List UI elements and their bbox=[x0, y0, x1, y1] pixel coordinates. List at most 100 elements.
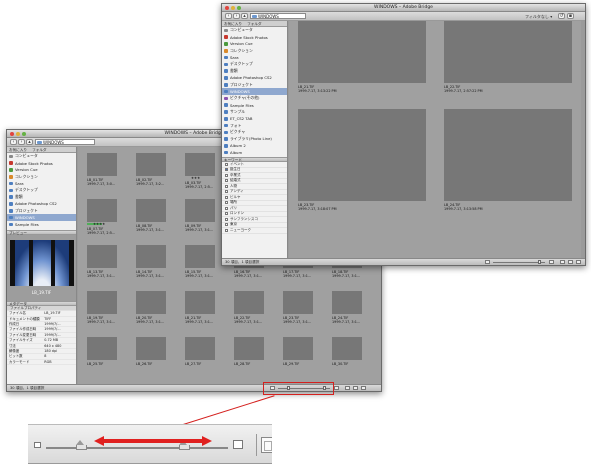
thumbnail-item[interactable]: ★★★ LB_03.TIF 1999.7.17, 2:5... bbox=[185, 153, 215, 197]
thumbnail-item[interactable]: LB_23.TIF 1999.7.17, 3:18:07 PM bbox=[298, 109, 426, 225]
keyword-checkbox[interactable] bbox=[225, 179, 228, 183]
sidebar-item[interactable]: Album bbox=[222, 149, 287, 156]
sidebar-item[interactable]: コンピュータ bbox=[7, 153, 76, 160]
sidebar-item[interactable]: 書類 bbox=[7, 194, 76, 201]
thumbnail-item[interactable]: LB_28.TIF bbox=[234, 337, 264, 381]
back-arrow-icon[interactable]: ‹ bbox=[10, 139, 17, 145]
keyword-checkbox[interactable] bbox=[225, 223, 228, 227]
sidebar-item[interactable]: Sample Files bbox=[7, 221, 76, 228]
tab-folders[interactable]: フォルダ bbox=[32, 148, 46, 152]
thumbnail-image[interactable] bbox=[136, 199, 166, 222]
thumbnail-image[interactable] bbox=[136, 337, 166, 360]
thumbnail-item[interactable]: LB_22.TIF 1999.7.17, 2:57:22 PM bbox=[444, 21, 572, 107]
thumbnail-item[interactable]: LB_25.TIF bbox=[87, 337, 117, 381]
sidebar-item[interactable]: デスクトップ bbox=[7, 187, 76, 194]
thumbnail-item[interactable]: LB_26.TIF bbox=[136, 337, 166, 381]
folder-up-icon[interactable]: ▴ bbox=[241, 13, 248, 19]
details-view-icon[interactable] bbox=[361, 386, 366, 390]
keyword-checkbox[interactable] bbox=[225, 228, 228, 232]
thumbnail-item[interactable]: LB_14.TIF 1999.7.17, 3:1... bbox=[136, 245, 166, 289]
thumbnail-item[interactable]: LB_22.TIF 1999.7.17, 3:1... bbox=[234, 291, 264, 335]
thumbnail-item[interactable]: LB_30.TIF bbox=[332, 337, 362, 381]
keyword-checkbox[interactable] bbox=[225, 168, 228, 172]
rotate-icon[interactable]: ↺ bbox=[558, 13, 565, 19]
thumbnail-item[interactable]: LB_19.TIF 1999.7.17, 3:1... bbox=[87, 291, 117, 335]
keyword-checkbox[interactable] bbox=[225, 173, 228, 177]
sidebar-item[interactable]: Adobe Photoshop CS2 bbox=[7, 201, 76, 208]
sidebar-item[interactable]: Sample Files bbox=[222, 102, 287, 109]
thumbnail-item[interactable]: LB_27.TIF bbox=[185, 337, 215, 381]
thumbnail-image[interactable] bbox=[185, 291, 215, 314]
thumbnail-item[interactable]: ★★★★ LB_07.TIF 1999.7.17, 2:5... bbox=[87, 199, 117, 243]
sidebar-item[interactable]: Sara bbox=[222, 54, 287, 61]
thumbnail-size-slider[interactable] bbox=[46, 447, 228, 449]
view-mode-icon[interactable] bbox=[560, 260, 565, 264]
sidebar-item[interactable]: ピクチャ bbox=[222, 129, 287, 136]
sidebar-item[interactable]: ピクチャ(その他) bbox=[222, 95, 287, 102]
thumbnail-item[interactable]: LB_09.TIF 1999.7.17, 3:1... bbox=[185, 199, 215, 243]
thumbnail-item[interactable]: LB_13.TIF 1999.7.17, 3:1... bbox=[87, 245, 117, 289]
thumbnail-item[interactable]: LB_02.TIF 1999.7.17, 3:2... bbox=[136, 153, 166, 197]
forward-arrow-icon[interactable]: › bbox=[233, 13, 240, 19]
sidebar-item[interactable]: Adobe Stock Photos bbox=[222, 34, 287, 41]
large-thumbnail-icon[interactable] bbox=[549, 260, 554, 264]
small-thumbnail-icon[interactable] bbox=[485, 260, 490, 264]
details-view-icon[interactable] bbox=[576, 260, 581, 264]
thumbnail-image[interactable] bbox=[234, 337, 264, 360]
sidebar-item[interactable]: コレクション bbox=[7, 173, 76, 180]
thumbnail-image[interactable] bbox=[87, 337, 117, 360]
keyword-checkbox[interactable] bbox=[225, 217, 228, 221]
thumbnail-item[interactable]: LB_21.TIF 1999.7.17, 3:13:22 PM bbox=[298, 21, 426, 107]
filmstrip-view-icon[interactable] bbox=[568, 260, 573, 264]
thumbnail-image[interactable] bbox=[444, 21, 572, 83]
thumbnail-image[interactable] bbox=[332, 291, 362, 314]
sidebar-item[interactable]: フォト bbox=[222, 122, 287, 129]
thumbnail-image[interactable] bbox=[87, 291, 117, 314]
path-dropdown[interactable]: WINDOWS bbox=[35, 139, 95, 145]
thumbnail-image[interactable] bbox=[136, 245, 166, 268]
sidebar-item[interactable]: Adobe Photoshop CS2 bbox=[222, 75, 287, 82]
forward-arrow-icon[interactable]: › bbox=[18, 139, 25, 145]
sidebar-item[interactable]: Version Cue bbox=[7, 167, 76, 174]
sidebar-item[interactable]: Adobe Stock Photos bbox=[7, 160, 76, 167]
sidebar-item[interactable]: プロジェクト bbox=[222, 81, 287, 88]
thumbnail-image[interactable] bbox=[283, 337, 313, 360]
sidebar-item[interactable]: Sara bbox=[7, 180, 76, 187]
thumbnail-image[interactable] bbox=[185, 153, 215, 176]
slider-left-knob[interactable] bbox=[76, 440, 87, 450]
thumbnail-item[interactable]: LB_29.TIF bbox=[283, 337, 313, 381]
folder-up-icon[interactable]: ▴ bbox=[26, 139, 33, 145]
thumbnail-image[interactable] bbox=[234, 291, 264, 314]
keyword-checkbox[interactable] bbox=[225, 195, 228, 199]
thumbnail-image[interactable] bbox=[444, 109, 572, 201]
back-arrow-icon[interactable]: ‹ bbox=[225, 13, 232, 19]
sidebar-item[interactable]: 書類 bbox=[222, 68, 287, 75]
keyword-checkbox[interactable] bbox=[225, 162, 228, 166]
thumbnail-slider-knob[interactable] bbox=[538, 260, 541, 264]
filter-dropdown[interactable]: フィルタなし ▾ bbox=[525, 14, 552, 20]
small-thumbnail-icon[interactable] bbox=[34, 442, 41, 448]
thumbnail-item[interactable]: LB_01.TIF 1999.7.17, 3:0... bbox=[87, 153, 117, 197]
trash-icon[interactable]: ▪ bbox=[567, 13, 574, 19]
sidebar-item[interactable]: サンプル bbox=[222, 109, 287, 116]
thumbnail-item[interactable]: LB_24.TIF 1999.7.17, 3:1... bbox=[332, 291, 362, 335]
sidebar-item[interactable]: プロジェクト bbox=[7, 207, 76, 214]
sidebar-item[interactable]: Album 2 bbox=[222, 143, 287, 150]
tab-favorites[interactable]: お気に入り bbox=[9, 148, 27, 152]
large-thumbnail-icon[interactable] bbox=[233, 440, 243, 449]
sidebar-item[interactable]: コンピュータ bbox=[222, 27, 287, 34]
path-dropdown[interactable]: WINDOWS bbox=[250, 13, 306, 19]
large-thumbnail-icon[interactable] bbox=[334, 386, 339, 390]
sidebar-item[interactable]: WINDOWS bbox=[222, 88, 287, 95]
thumbnail-image[interactable] bbox=[185, 337, 215, 360]
thumbnail-item[interactable]: LB_15.TIF 1999.7.17, 3:1... bbox=[185, 245, 215, 289]
keyword-row[interactable]: ニューヨーク bbox=[222, 228, 287, 234]
thumbnail-image[interactable] bbox=[136, 153, 166, 176]
thumbnail-item[interactable]: LB_20.TIF 1999.7.17, 3:1... bbox=[136, 291, 166, 335]
thumbnail-image[interactable] bbox=[298, 109, 426, 201]
sidebar-item[interactable]: WINDOWS bbox=[7, 214, 76, 221]
view-mode-icon[interactable] bbox=[345, 386, 350, 390]
tab-favorites[interactable]: お気に入り bbox=[224, 22, 242, 26]
thumbnail-image[interactable] bbox=[298, 21, 426, 83]
keyword-checkbox[interactable] bbox=[225, 212, 228, 216]
